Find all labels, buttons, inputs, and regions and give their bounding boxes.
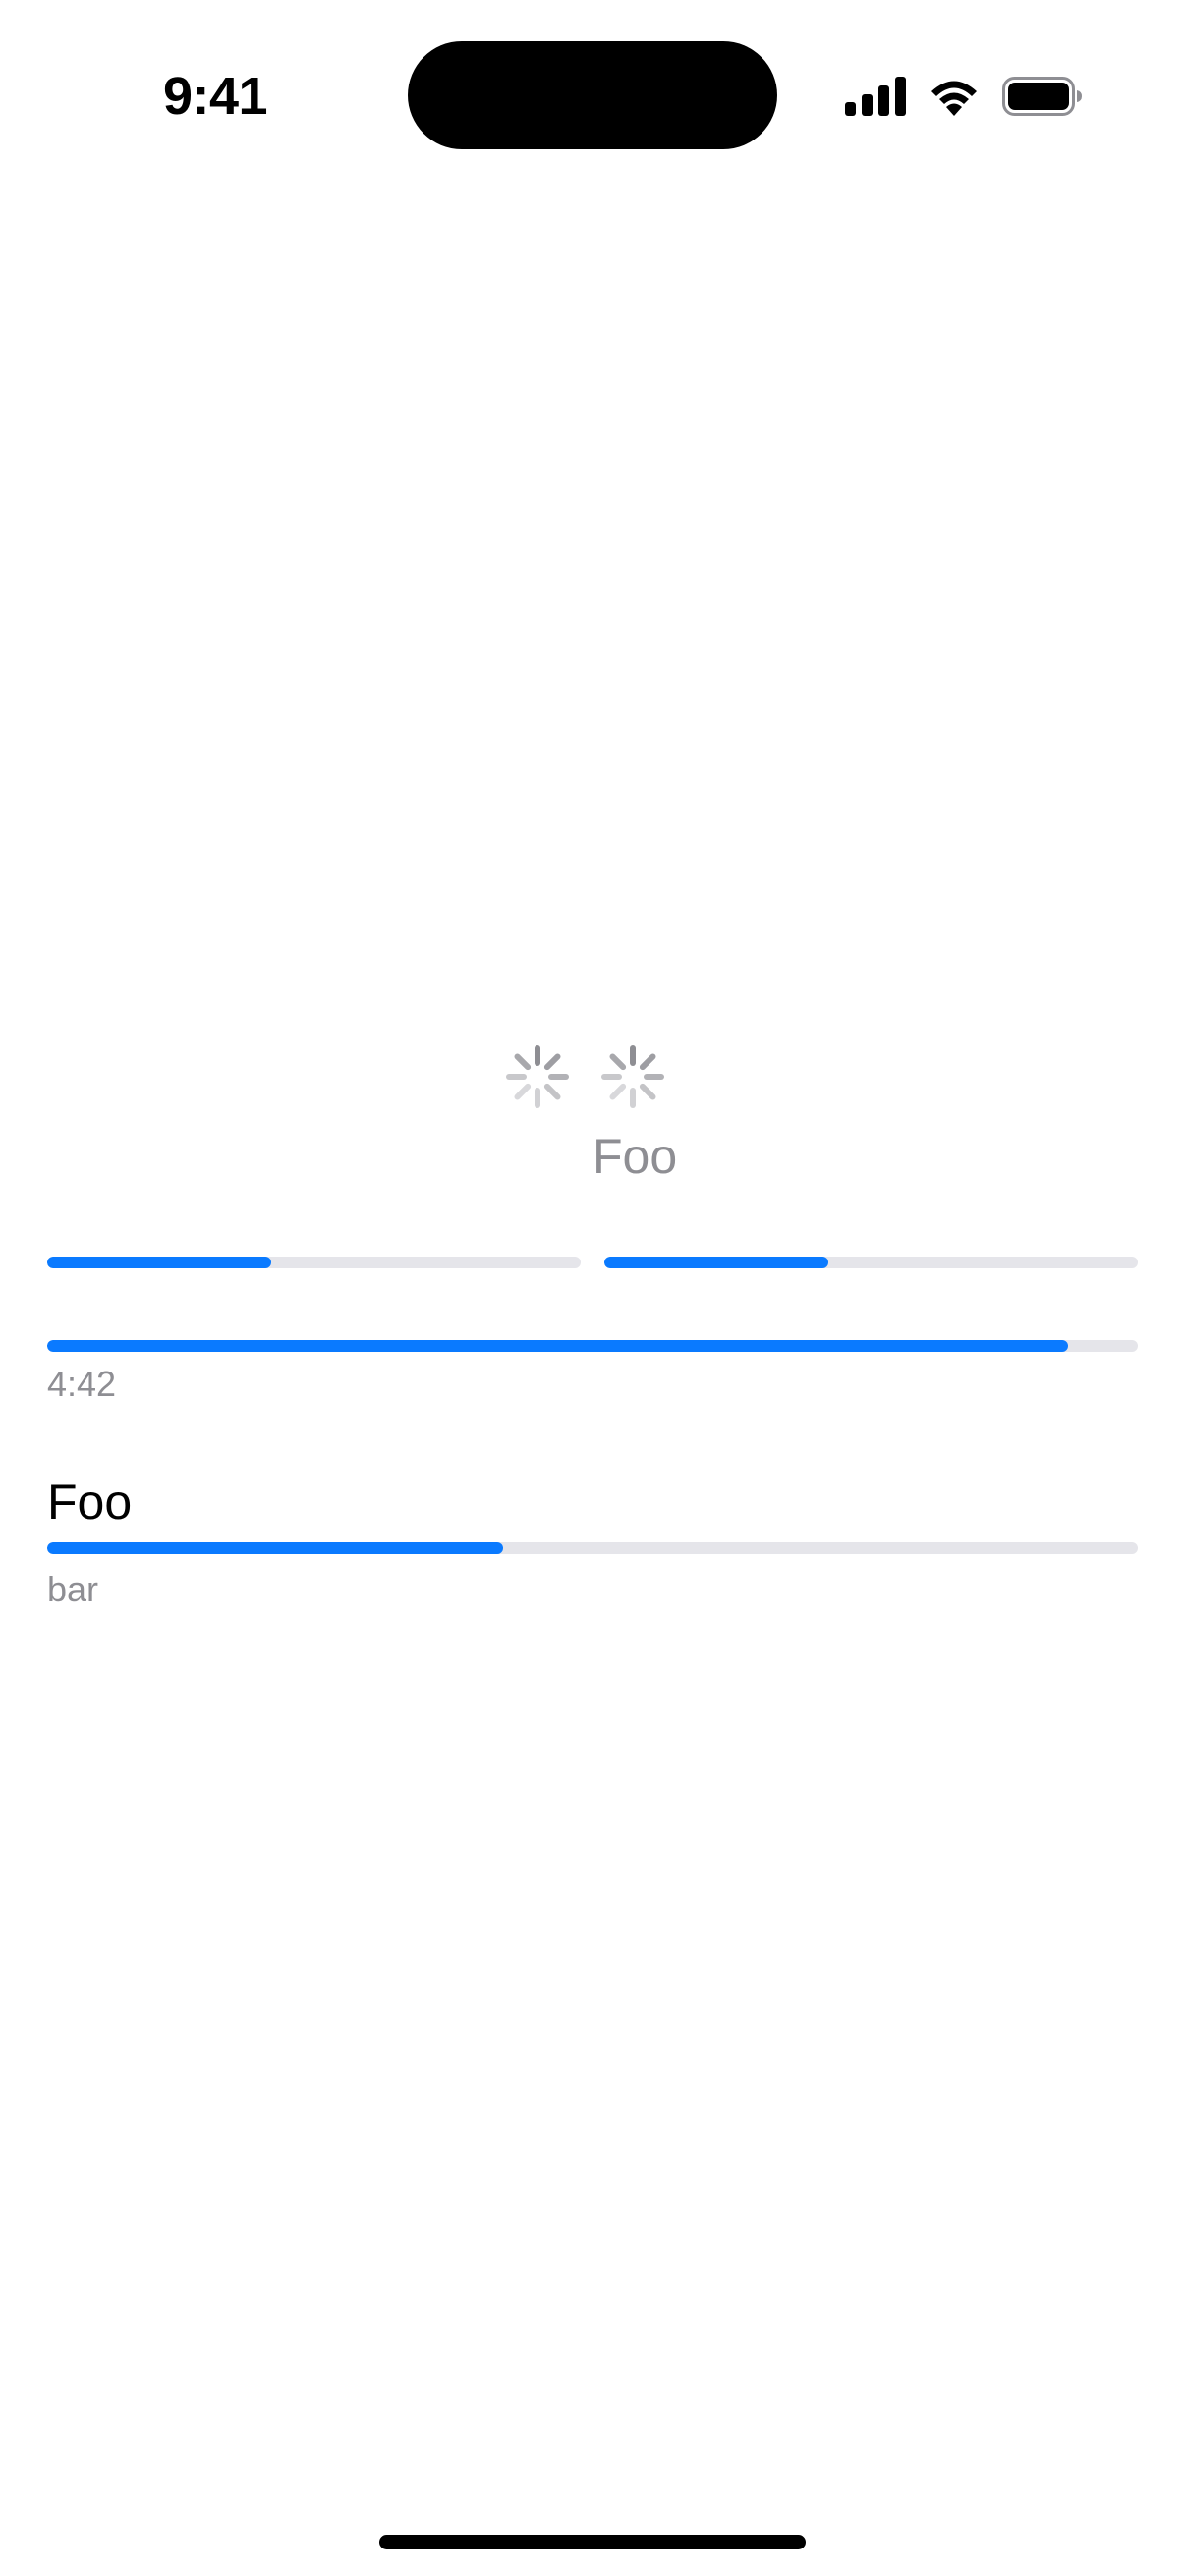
cellular-signal-icon xyxy=(845,77,906,116)
progress-title: Foo xyxy=(47,1475,133,1530)
progress-bar-full xyxy=(47,1340,1138,1352)
progress-fill xyxy=(604,1257,829,1268)
dynamic-island xyxy=(408,41,777,149)
progress-fill xyxy=(47,1340,1068,1352)
activity-indicator-icon xyxy=(506,1045,569,1108)
status-icons xyxy=(845,73,1083,120)
progress-fill xyxy=(47,1257,272,1268)
status-time: 9:41 xyxy=(163,67,268,126)
activity-indicator-icon xyxy=(601,1045,664,1108)
progress-bar-labeled xyxy=(47,1542,1138,1554)
progress-fill xyxy=(47,1542,503,1554)
battery-icon xyxy=(1002,77,1082,116)
home-indicator[interactable] xyxy=(379,2535,806,2549)
progress-bar-right xyxy=(604,1257,1138,1268)
progress-time-label: 4:42 xyxy=(47,1364,117,1404)
wifi-icon xyxy=(931,81,977,116)
spinner-label: Foo xyxy=(592,1129,678,1184)
progress-bar-left xyxy=(47,1257,581,1268)
progress-caption: bar xyxy=(47,1569,99,1609)
